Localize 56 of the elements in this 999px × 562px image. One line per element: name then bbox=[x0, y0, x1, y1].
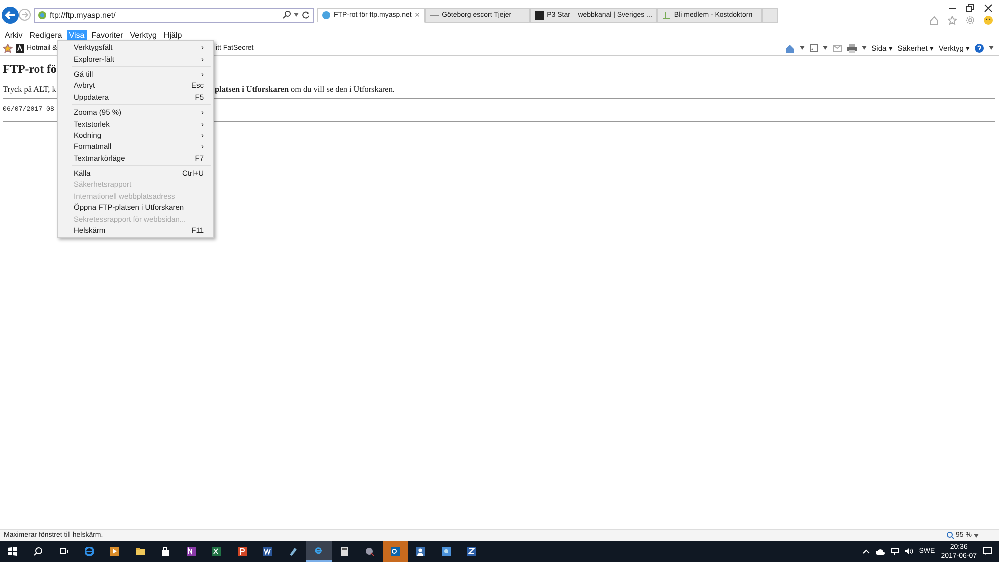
address-field[interactable]: ftp://ftp.myasp.net/ bbox=[34, 8, 314, 22]
instruction-text: Tryck på ALT, k bbox=[3, 85, 56, 94]
refresh-icon[interactable] bbox=[302, 11, 310, 19]
menu-bar-item[interactable]: Favoriter bbox=[90, 30, 126, 41]
back-button-icon[interactable] bbox=[2, 6, 19, 24]
home-page-icon[interactable] bbox=[784, 44, 795, 52]
calculator-icon[interactable] bbox=[340, 547, 349, 556]
help-icon[interactable] bbox=[975, 44, 984, 52]
menu-bar-item[interactable]: Arkiv bbox=[3, 30, 25, 41]
task-view-icon[interactable] bbox=[59, 547, 68, 556]
outlook-icon[interactable] bbox=[390, 547, 400, 556]
feed-icon[interactable] bbox=[810, 44, 818, 52]
site-logo-icon bbox=[16, 44, 24, 52]
dropdown-caret-icon[interactable] bbox=[294, 13, 299, 17]
star-icon[interactable] bbox=[948, 16, 957, 25]
notification-icon[interactable] bbox=[983, 547, 993, 556]
instruction-text: platsen i Utforskaren om du vill se den i Utforskaren. bbox=[215, 85, 395, 94]
network-icon[interactable] bbox=[891, 548, 900, 555]
search-icon[interactable] bbox=[34, 547, 43, 556]
excel-icon[interactable] bbox=[212, 547, 222, 556]
dropdown-caret-icon[interactable] bbox=[822, 46, 828, 50]
cloud-icon[interactable] bbox=[876, 548, 886, 554]
speaker-icon[interactable] bbox=[905, 548, 914, 555]
internet-explorer-icon[interactable] bbox=[314, 546, 324, 555]
powerpoint-icon[interactable] bbox=[238, 547, 247, 556]
tab-favicon-icon bbox=[662, 10, 672, 20]
dropdown-caret-icon[interactable] bbox=[862, 46, 867, 50]
word-icon[interactable] bbox=[263, 547, 272, 556]
search-icon[interactable] bbox=[283, 11, 291, 19]
favorites-star-icon[interactable] bbox=[3, 44, 13, 52]
restore-icon[interactable] bbox=[966, 4, 975, 13]
menu-bar-item[interactable]: Hjälp bbox=[162, 30, 184, 41]
media-player-icon[interactable] bbox=[110, 547, 120, 556]
tab-favicon-icon bbox=[322, 10, 331, 20]
onenote-icon[interactable] bbox=[186, 547, 196, 556]
dropdown-caret-icon[interactable] bbox=[989, 46, 994, 50]
photos-app-icon[interactable] bbox=[442, 547, 451, 556]
letter-app-icon[interactable] bbox=[467, 547, 476, 556]
close-tab-button[interactable]: × bbox=[414, 10, 420, 20]
printer-icon[interactable] bbox=[846, 44, 857, 52]
folder-icon[interactable] bbox=[136, 547, 145, 556]
menu-bar-item[interactable]: Verktyg bbox=[128, 30, 159, 41]
person-app-icon[interactable] bbox=[416, 547, 426, 556]
edge-icon[interactable] bbox=[84, 547, 94, 556]
dropdown-caret-icon[interactable] bbox=[800, 46, 805, 50]
smiley-icon[interactable] bbox=[984, 16, 993, 25]
menu-bar-item[interactable]: Redigera bbox=[28, 30, 64, 41]
close-icon[interactable] bbox=[984, 4, 993, 13]
tab-favicon-icon bbox=[535, 10, 544, 20]
start-icon[interactable] bbox=[8, 547, 18, 556]
store-icon[interactable] bbox=[161, 547, 170, 556]
page-heading: FTP-rot fö bbox=[3, 62, 57, 77]
zoom-icon bbox=[947, 532, 954, 539]
dropdown-caret-icon[interactable] bbox=[974, 534, 979, 538]
ftp-page-icon bbox=[38, 10, 47, 20]
chevron-up-icon[interactable] bbox=[863, 549, 870, 554]
